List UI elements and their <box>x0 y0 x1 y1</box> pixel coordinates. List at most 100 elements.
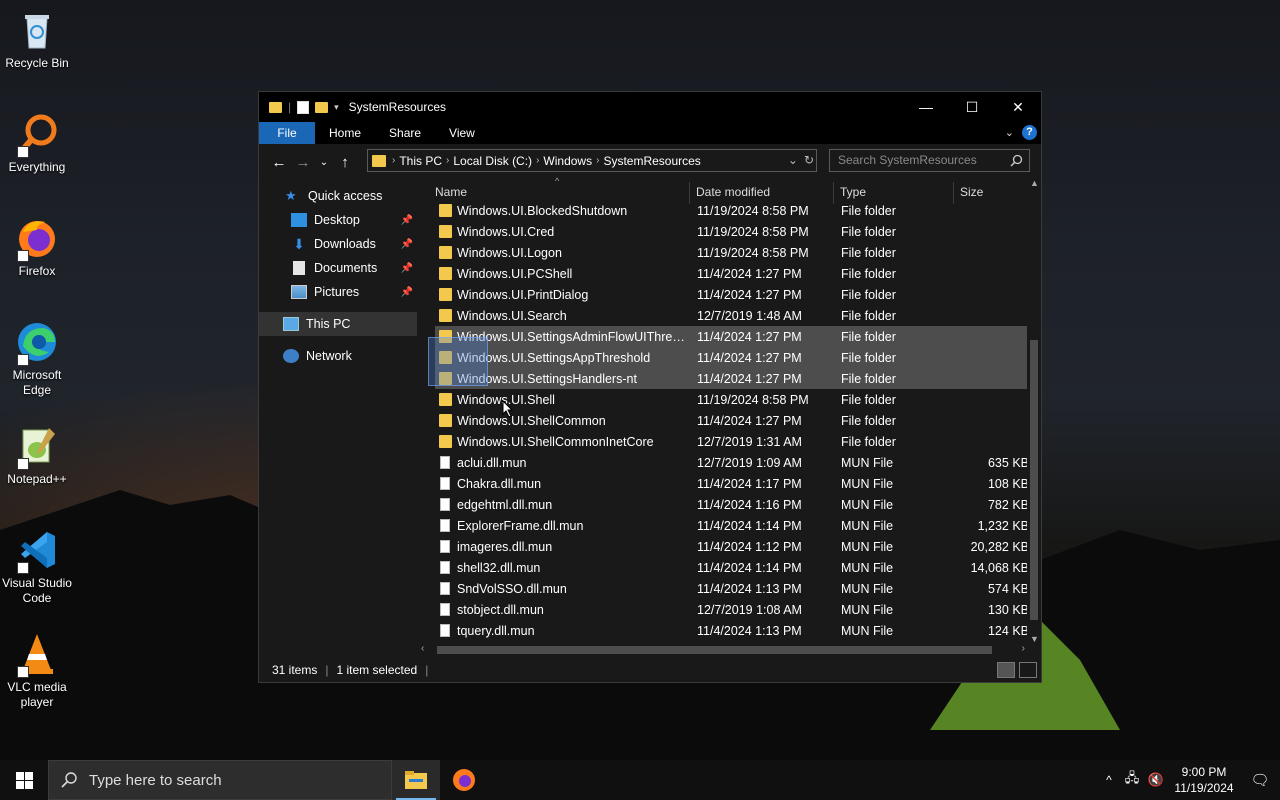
folder-row[interactable]: Windows.UI.SettingsHandlers-nt 11/4/2024 … <box>435 368 1029 389</box>
large-icons-view-button[interactable] <box>1019 662 1037 678</box>
desktop-icon-firefox[interactable]: Firefox <box>0 216 74 279</box>
desktop-icon-edge[interactable]: Microsoft Edge <box>0 320 74 398</box>
desktop-icon-recycle-bin[interactable]: Recycle Bin <box>0 8 74 71</box>
back-button[interactable]: ← <box>267 154 291 171</box>
folder-row[interactable]: Windows.UI.Shell 11/19/2024 8:58 PM File f… <box>435 389 1029 410</box>
taskbar-file-explorer[interactable] <box>392 760 440 800</box>
volume-muted-icon[interactable]: 🔇 <box>1144 772 1168 788</box>
folder-row[interactable]: Windows.UI.Search 12/7/2019 1:48 AM File f… <box>435 305 1029 326</box>
help-icon[interactable]: ? <box>1022 125 1037 140</box>
file-icon <box>440 498 450 511</box>
title-bar[interactable]: | ▾ SystemResources — ☐ ✕ <box>259 92 1041 122</box>
notifications-icon[interactable]: 🗨 <box>1240 771 1280 789</box>
tab-share[interactable]: Share <box>375 122 435 144</box>
pin-icon[interactable]: 📌 <box>401 263 413 274</box>
nav-documents[interactable]: Documents 📌 <box>259 256 417 280</box>
properties-icon[interactable] <box>297 100 310 114</box>
desktop-icon-vscode[interactable]: Visual Studio Code <box>0 528 74 606</box>
horizontal-scroll-thumb[interactable] <box>437 646 992 654</box>
nav-quick-access[interactable]: ★ Quick access <box>259 184 417 208</box>
scroll-right-icon[interactable]: › <box>1022 643 1025 654</box>
ribbon-tabs: File Home Share View ⌄ ? <box>259 122 1041 144</box>
search-input[interactable]: Search SystemResources <box>829 149 1030 172</box>
file-type: MUN File <box>841 623 894 638</box>
file-type: File folder <box>841 203 896 218</box>
breadcrumb-systemresources[interactable]: SystemResources <box>603 154 700 168</box>
address-dropdown-icon[interactable]: ⌄ <box>788 153 798 167</box>
scroll-up-icon[interactable]: ▲ <box>1030 178 1039 188</box>
file-row[interactable]: shell32.dll.mun 11/4/2024 1:14 PM MUN File… <box>435 557 1029 578</box>
taskbar-search-box[interactable]: Type here to search <box>48 760 392 800</box>
up-button[interactable]: ↑ <box>333 154 357 171</box>
expand-ribbon-icon[interactable]: ⌄ <box>1005 126 1014 139</box>
maximize-button[interactable]: ☐ <box>949 92 995 122</box>
breadcrumb-local-disk[interactable]: Local Disk (C:) <box>453 154 532 168</box>
vertical-scroll-thumb[interactable] <box>1030 340 1038 620</box>
file-name: Windows.UI.Cred <box>457 224 555 239</box>
folder-row[interactable]: Windows.UI.ShellCommon 11/4/2024 1:27 PM F… <box>435 410 1029 431</box>
file-row[interactable]: Chakra.dll.mun 11/4/2024 1:17 PM MUN File 1… <box>435 473 1029 494</box>
desktop-icon-label: Recycle Bin <box>5 56 69 70</box>
folder-row[interactable]: Windows.UI.SettingsAppThreshold 11/4/2024… <box>435 347 1029 368</box>
file-name: Windows.UI.SettingsAdminFlowUIThresh... <box>457 329 689 344</box>
column-type[interactable]: Type <box>840 185 866 199</box>
file-row[interactable]: tquery.dll.mun 11/4/2024 1:13 PM MUN File 1… <box>435 620 1029 641</box>
pin-icon[interactable]: 📌 <box>401 287 413 298</box>
column-name[interactable]: Name <box>435 185 467 199</box>
nav-network[interactable]: Network <box>259 344 417 368</box>
taskbar-firefox[interactable] <box>440 760 488 800</box>
horizontal-scrollbar[interactable]: ‹ › <box>417 643 1029 657</box>
nav-desktop[interactable]: Desktop 📌 <box>259 208 417 232</box>
folder-row[interactable]: Windows.UI.SettingsAdminFlowUIThresh... 1… <box>435 326 1029 347</box>
nav-downloads[interactable]: ⬇ Downloads 📌 <box>259 232 417 256</box>
folder-row[interactable]: Windows.UI.Cred 11/19/2024 8:58 PM File fo… <box>435 221 1029 242</box>
recent-locations-button[interactable]: ⌄ <box>315 157 333 168</box>
file-row[interactable]: aclui.dll.mun 12/7/2019 1:09 AM MUN File 63… <box>435 452 1029 473</box>
customize-toolbar-icon[interactable]: ▾ <box>334 102 339 113</box>
file-row[interactable]: edgehtml.dll.mun 11/4/2024 1:16 PM MUN Fil… <box>435 494 1029 515</box>
desktop-icon-notepadpp[interactable]: Notepad++ <box>0 424 74 487</box>
desktop-icon-everything[interactable]: Everything <box>0 112 74 175</box>
file-row[interactable]: SndVolSSO.dll.mun 11/4/2024 1:13 PM MUN Fi… <box>435 578 1029 599</box>
desktop-icon-vlc[interactable]: VLC media player <box>0 632 74 710</box>
network-status-icon[interactable]: 🖧 <box>1120 769 1144 791</box>
breadcrumb-this-pc[interactable]: This PC <box>399 154 442 168</box>
vertical-scrollbar[interactable]: ▲ ▼ <box>1027 178 1041 644</box>
breadcrumb-windows[interactable]: Windows <box>543 154 592 168</box>
folder-icon <box>439 225 452 238</box>
folder-row[interactable]: Windows.UI.PrintDialog 11/4/2024 1:27 PM F… <box>435 284 1029 305</box>
scroll-down-icon[interactable]: ▼ <box>1030 634 1039 644</box>
tab-home[interactable]: Home <box>315 122 375 144</box>
details-view-button[interactable] <box>997 662 1015 678</box>
forward-button[interactable]: → <box>291 154 315 171</box>
tab-view[interactable]: View <box>435 122 489 144</box>
nav-label: Quick access <box>308 189 383 203</box>
folder-row[interactable]: Windows.UI.Logon 11/19/2024 8:58 PM File f… <box>435 242 1029 263</box>
nav-this-pc[interactable]: This PC <box>259 312 417 336</box>
folder-row[interactable]: Windows.UI.ShellCommonInetCore 12/7/2019 … <box>435 431 1029 452</box>
pin-icon[interactable]: 📌 <box>401 215 413 226</box>
column-date[interactable]: Date modified <box>696 185 770 199</box>
new-folder-icon[interactable] <box>315 101 329 113</box>
folder-row[interactable]: Windows.UI.PCShell 11/4/2024 1:27 PM File … <box>435 263 1029 284</box>
refresh-icon[interactable]: ↻ <box>804 153 814 167</box>
file-row[interactable]: imageres.dll.mun 11/4/2024 1:12 PM MUN Fil… <box>435 536 1029 557</box>
address-bar[interactable]: › This PC › Local Disk (C:) › Windows › … <box>367 149 817 172</box>
chevron-right-icon: › <box>536 155 540 166</box>
file-list[interactable]: Name ^ Date modified Type Size Windows.U… <box>435 176 1029 658</box>
navigation-pane[interactable]: ★ Quick access Desktop 📌 ⬇ Downloads 📌 D… <box>259 180 417 658</box>
folder-row[interactable]: Windows.UI.BlockedShutdown 11/19/2024 8:5… <box>435 200 1029 221</box>
scroll-left-icon[interactable]: ‹ <box>421 643 424 654</box>
column-size[interactable]: Size <box>960 185 983 199</box>
clock[interactable]: 9:00 PM 11/19/2024 <box>1168 764 1240 796</box>
nav-pictures[interactable]: Pictures 📌 <box>259 280 417 304</box>
file-explorer-window[interactable]: | ▾ SystemResources — ☐ ✕ File Home Shar… <box>258 91 1042 683</box>
tab-file[interactable]: File <box>259 122 315 144</box>
file-row[interactable]: stobject.dll.mun 12/7/2019 1:08 AM MUN Fil… <box>435 599 1029 620</box>
start-button[interactable] <box>0 760 48 800</box>
minimize-button[interactable]: — <box>903 92 949 122</box>
file-row[interactable]: ExplorerFrame.dll.mun 11/4/2024 1:14 PM MU… <box>435 515 1029 536</box>
show-hidden-icons-icon[interactable]: ^ <box>1098 773 1120 787</box>
close-button[interactable]: ✕ <box>995 92 1041 122</box>
pin-icon[interactable]: 📌 <box>401 239 413 250</box>
